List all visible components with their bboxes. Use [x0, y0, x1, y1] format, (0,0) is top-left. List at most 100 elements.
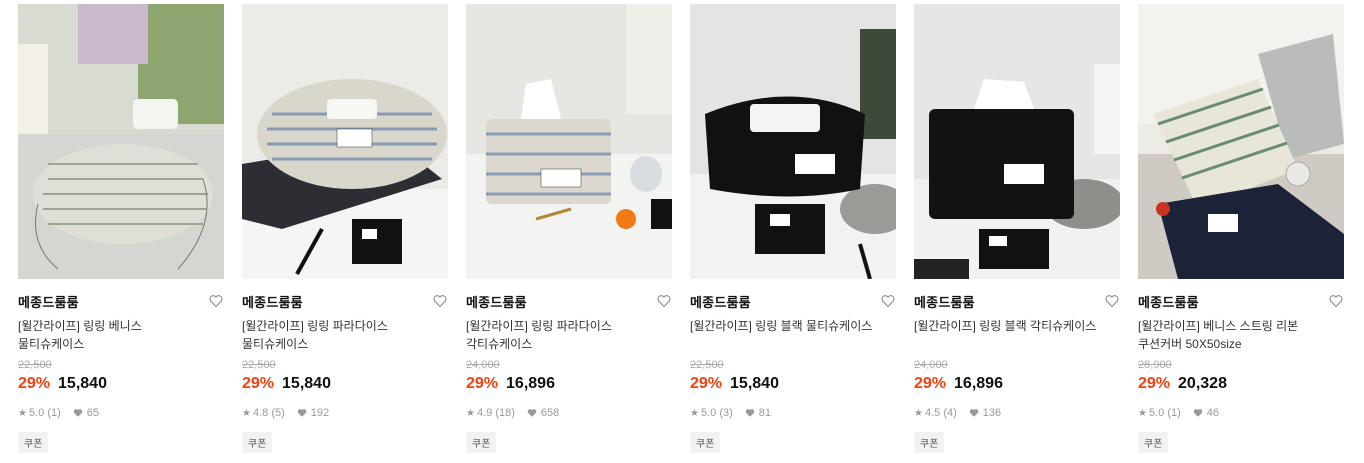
product-title-line-1: [윌간라이프] 링링 블랙 각티슈케이스 [914, 319, 1097, 333]
discount-rate: 29% [242, 375, 275, 392]
product-title-line-2: 각티슈케이스 [466, 337, 533, 351]
product-card[interactable]: 메종드룸룸 [윌간라이프] 링링 파라다이스 물티슈케이스 22,500 29%… [242, 4, 448, 453]
original-price: 22,500 [18, 359, 52, 371]
heart-filled-icon [73, 409, 83, 417]
product-title-line-1: [윌간라이프] 베니스 스트링 리본 [1138, 319, 1299, 333]
product-image[interactable] [18, 4, 224, 279]
heart-filled-icon [527, 409, 537, 417]
product-title-line-1: [윌간라이프] 링링 블랙 물티슈케이스 [690, 319, 873, 333]
product-title[interactable]: [윌간라이프] 베니스 스트링 리본 쿠션커버 50X50size [1138, 317, 1344, 353]
price-row: 29% 15,840 [690, 375, 896, 397]
review-meta: ★ 5.0 (3) 81 [690, 406, 896, 420]
original-price: 24,000 [914, 359, 948, 371]
heart-outline-icon[interactable] [208, 293, 224, 309]
sale-price: 15,840 [58, 375, 107, 392]
heart-filled-icon [969, 409, 979, 417]
rating-text: 5.0 (3) [700, 407, 733, 419]
brand-name[interactable]: 메종드룸룸 [914, 295, 975, 310]
heart-outline-icon[interactable] [432, 293, 448, 309]
product-title-line-2: 물티슈케이스 [18, 337, 85, 351]
coupon-badge: 쿠폰 [690, 432, 721, 453]
sale-price: 16,896 [954, 375, 1003, 392]
price-row: 29% 16,896 [914, 375, 1120, 397]
coupon-badge: 쿠폰 [914, 432, 945, 453]
product-title[interactable]: [윌간라이프] 링링 파라다이스 각티슈케이스 [466, 317, 672, 353]
product-title-line-2: 쿠션커버 50X50size [1138, 337, 1242, 351]
discount-rate: 29% [466, 375, 499, 392]
original-price: 22,500 [242, 359, 276, 371]
sale-price: 20,328 [1178, 375, 1227, 392]
star-icon: ★ [242, 407, 251, 419]
star-icon: ★ [914, 407, 923, 419]
brand-name[interactable]: 메종드룸룸 [690, 295, 751, 310]
heart-filled-icon [745, 409, 755, 417]
heart-filled-icon [1193, 409, 1203, 417]
product-title[interactable]: [윌간라이프] 링링 베니스 물티슈케이스 [18, 317, 224, 353]
discount-rate: 29% [690, 375, 723, 392]
sale-price: 15,840 [730, 375, 779, 392]
star-icon: ★ [18, 407, 27, 419]
discount-rate: 29% [1138, 375, 1171, 392]
like-count: 658 [540, 407, 560, 419]
product-image[interactable] [242, 4, 448, 279]
coupon-badge: 쿠폰 [242, 432, 273, 453]
rating-text: 5.0 (1) [28, 407, 61, 419]
brand-name[interactable]: 메종드룸룸 [242, 295, 303, 310]
product-title[interactable]: [윌간라이프] 링링 블랙 물티슈케이스 [690, 317, 896, 353]
heart-outline-icon[interactable] [656, 293, 672, 309]
heart-outline-icon[interactable] [880, 293, 896, 309]
price-row: 29% 15,840 [18, 375, 224, 397]
price-row: 29% 16,896 [466, 375, 672, 397]
review-meta: ★ 4.9 (18) 658 [466, 406, 672, 420]
like-count: 136 [982, 407, 1002, 419]
like-count: 81 [758, 407, 772, 419]
product-title[interactable]: [윌간라이프] 링링 파라다이스 물티슈케이스 [242, 317, 448, 353]
product-card[interactable]: 메종드룸룸 [윌간라이프] 링링 베니스 물티슈케이스 22,500 29% 15… [18, 4, 224, 453]
review-meta: ★ 5.0 (1) 46 [1138, 406, 1344, 420]
star-icon: ★ [466, 407, 475, 419]
product-image[interactable] [914, 4, 1120, 279]
product-grid: 메종드룸룸 [윌간라이프] 링링 베니스 물티슈케이스 22,500 29% 15… [0, 0, 1364, 463]
product-image[interactable] [690, 4, 896, 279]
like-count: 46 [1206, 407, 1220, 419]
price-row: 29% 20,328 [1138, 375, 1344, 397]
star-icon: ★ [1138, 407, 1147, 419]
like-count: 65 [86, 407, 100, 419]
heart-outline-icon[interactable] [1104, 293, 1120, 309]
review-meta: ★ 4.5 (4) 136 [914, 406, 1120, 420]
brand-name[interactable]: 메종드룸룸 [18, 295, 79, 310]
brand-name[interactable]: 메종드룸룸 [466, 295, 527, 310]
product-image[interactable] [1138, 4, 1344, 279]
rating-text: 4.5 (4) [924, 407, 957, 419]
heart-outline-icon[interactable] [1328, 293, 1344, 309]
discount-rate: 29% [914, 375, 947, 392]
like-count: 192 [310, 407, 330, 419]
brand-name[interactable]: 메종드룸룸 [1138, 295, 1199, 310]
original-price: 24,000 [466, 359, 500, 371]
coupon-badge: 쿠폰 [1138, 432, 1169, 453]
original-price: 28,900 [1138, 359, 1172, 371]
product-card[interactable]: 메종드룸룸 [윌간라이프] 베니스 스트링 리본 쿠션커버 50X50size … [1138, 4, 1344, 453]
coupon-badge: 쿠폰 [18, 432, 49, 453]
product-title-line-1: [윌간라이프] 링링 파라다이스 [466, 319, 612, 333]
product-card[interactable]: 메종드룸룸 [윌간라이프] 링링 블랙 물티슈케이스 22,500 29% 15,… [690, 4, 896, 453]
original-price: 22,500 [690, 359, 724, 371]
heart-filled-icon [297, 409, 307, 417]
rating-text: 5.0 (1) [1148, 407, 1181, 419]
product-title[interactable]: [윌간라이프] 링링 블랙 각티슈케이스 [914, 317, 1120, 353]
product-title-line-1: [윌간라이프] 링링 파라다이스 [242, 319, 388, 333]
discount-rate: 29% [18, 375, 51, 392]
price-row: 29% 15,840 [242, 375, 448, 397]
star-icon: ★ [690, 407, 699, 419]
product-card[interactable]: 메종드룸룸 [윌간라이프] 링링 블랙 각티슈케이스 24,000 29% 16,… [914, 4, 1120, 453]
sale-price: 16,896 [506, 375, 555, 392]
rating-text: 4.9 (18) [476, 407, 515, 419]
product-card[interactable]: 메종드룸룸 [윌간라이프] 링링 파라다이스 각티슈케이스 24,000 29%… [466, 4, 672, 453]
review-meta: ★ 4.8 (5) 192 [242, 406, 448, 420]
sale-price: 15,840 [282, 375, 331, 392]
rating-text: 4.8 (5) [252, 407, 285, 419]
review-meta: ★ 5.0 (1) 65 [18, 406, 224, 420]
product-image[interactable] [466, 4, 672, 279]
product-title-line-1: [윌간라이프] 링링 베니스 [18, 319, 142, 333]
coupon-badge: 쿠폰 [466, 432, 497, 453]
